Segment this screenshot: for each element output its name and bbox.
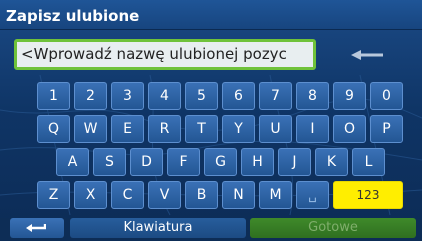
key-j[interactable]: J (278, 148, 311, 176)
key-l[interactable]: L (352, 148, 385, 176)
favorite-name-input[interactable]: <Wprowadź nazwę ulubionej pozyс (14, 39, 316, 70)
key-f[interactable]: F (167, 148, 200, 176)
key-space[interactable]: ␣ (296, 181, 329, 209)
key-a[interactable]: A (56, 148, 89, 176)
favorite-save-screen: Zapisz ulubione <Wprowadź nazwę ulubione… (0, 0, 422, 241)
key-t[interactable]: T (185, 115, 218, 143)
key-c[interactable]: C (111, 181, 144, 209)
key-1[interactable]: 1 (37, 82, 70, 110)
key-6[interactable]: 6 (222, 82, 255, 110)
key-3[interactable]: 3 (111, 82, 144, 110)
key-w[interactable]: W (74, 115, 107, 143)
key-z[interactable]: Z (37, 181, 70, 209)
key-n[interactable]: N (222, 181, 255, 209)
key-o[interactable]: O (333, 115, 366, 143)
key-s[interactable]: S (93, 148, 126, 176)
key-m[interactable]: M (259, 181, 292, 209)
key-7[interactable]: 7 (259, 82, 292, 110)
back-button[interactable] (10, 218, 64, 238)
key-2[interactable]: 2 (74, 82, 107, 110)
page-title: Zapisz ulubione (6, 7, 140, 25)
key-q[interactable]: Q (37, 115, 70, 143)
key-numeric-toggle[interactable]: 123 (333, 181, 403, 209)
key-9[interactable]: 9 (333, 82, 366, 110)
key-v[interactable]: V (148, 181, 181, 209)
key-p[interactable]: P (370, 115, 403, 143)
key-r[interactable]: R (148, 115, 181, 143)
key-u[interactable]: U (259, 115, 292, 143)
arrow-left-icon (351, 49, 383, 60)
backspace-button[interactable] (324, 39, 410, 70)
return-arrow-icon (26, 224, 46, 232)
key-b[interactable]: B (185, 181, 218, 209)
key-5[interactable]: 5 (185, 82, 218, 110)
key-8[interactable]: 8 (296, 82, 329, 110)
key-x[interactable]: X (74, 181, 107, 209)
key-i[interactable]: I (296, 115, 329, 143)
key-e[interactable]: E (111, 115, 144, 143)
key-4[interactable]: 4 (148, 82, 181, 110)
key-d[interactable]: D (130, 148, 163, 176)
key-0[interactable]: 0 (370, 82, 403, 110)
key-y[interactable]: Y (222, 115, 255, 143)
key-k[interactable]: K (315, 148, 348, 176)
key-g[interactable]: G (204, 148, 237, 176)
keyboard-button[interactable]: Klawiatura (70, 218, 246, 238)
key-h[interactable]: H (241, 148, 274, 176)
done-button[interactable]: Gotowe (250, 218, 416, 238)
